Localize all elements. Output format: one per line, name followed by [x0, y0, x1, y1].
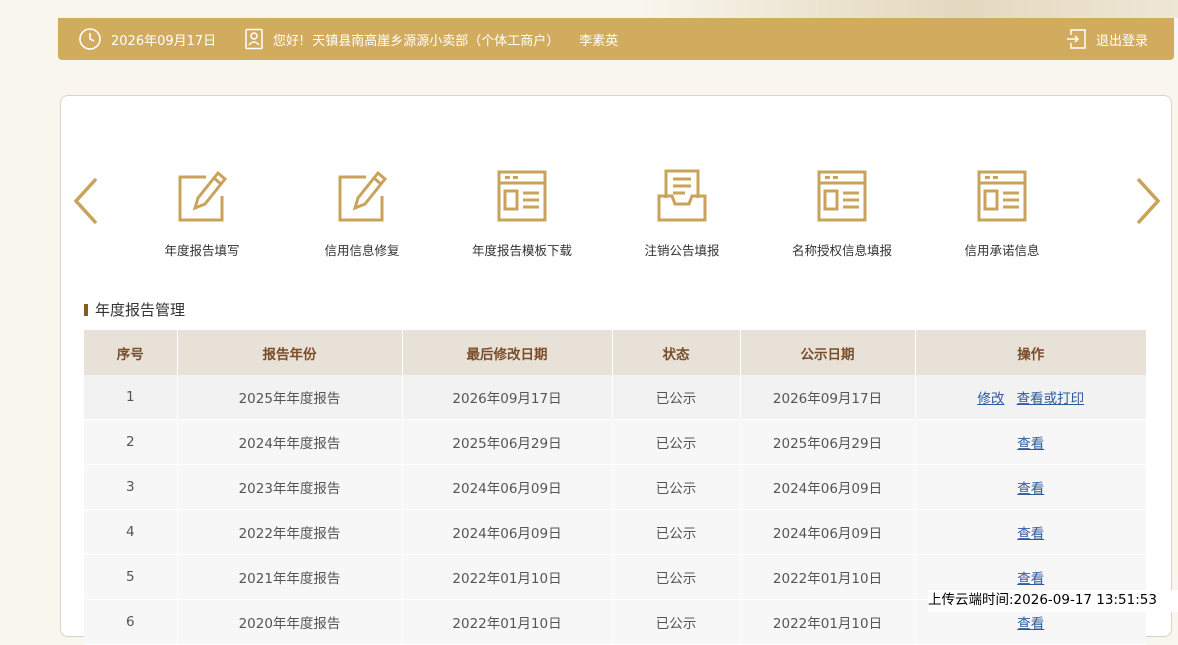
nav-credit-commitment[interactable]: 信用承诺信息	[922, 168, 1082, 259]
col-header-status: 状态	[612, 330, 741, 375]
cell-year: 2020年年度报告	[177, 599, 403, 645]
cell-year: 2025年年度报告	[177, 375, 403, 420]
nav-label: 名称授权信息填报	[791, 243, 892, 258]
cell-year: 2022年年度报告	[177, 509, 403, 555]
cell-no: 6	[84, 599, 178, 645]
current-date: 2026年09月17日	[111, 33, 217, 49]
user-badge-icon	[245, 28, 263, 50]
header-decoration	[640, 0, 1178, 18]
view-link[interactable]: 查看	[1017, 571, 1044, 587]
col-header-no: 序号	[84, 330, 178, 375]
top-bar: 2026年09月17日 您好! 天镇县南高崖乡源源小卖部（个体工商户） 李素英 …	[58, 18, 1174, 60]
nav-template-download[interactable]: 年度报告模板下载	[442, 168, 602, 259]
table-row: 3 2023年年度报告 2024年06月09日 已公示 2024年06月09日 …	[84, 464, 1146, 510]
user-name: 李素英	[579, 33, 619, 49]
cell-modified: 2022年01月10日	[402, 554, 613, 600]
section-title-text: 年度报告管理	[95, 301, 186, 319]
document-window-icon	[817, 170, 867, 222]
cell-published: 2024年06月09日	[740, 464, 916, 510]
col-header-modified: 最后修改日期	[402, 330, 613, 375]
clock-icon	[79, 28, 101, 50]
cell-published: 2022年01月10日	[740, 554, 916, 600]
cell-no: 5	[84, 554, 178, 600]
cell-no: 3	[84, 464, 178, 510]
view-link[interactable]: 查看	[1017, 616, 1044, 632]
cell-modified: 2025年06月29日	[402, 419, 613, 465]
user-info: 您好! 天镇县南高崖乡源源小卖部（个体工商户） 李素英	[244, 18, 618, 60]
logout-icon	[1067, 29, 1086, 49]
nav-annual-report-fill[interactable]: 年度报告填写	[122, 168, 282, 259]
cell-modified: 2024年06月09日	[402, 509, 613, 555]
cell-modified: 2022年01月10日	[402, 599, 613, 645]
cell-published: 2022年01月10日	[740, 599, 916, 645]
document-window-icon	[497, 170, 547, 222]
table-row: 1 2025年年度报告 2026年09月17日 已公示 2026年09月17日 …	[84, 375, 1146, 420]
edit-form-icon	[338, 170, 388, 222]
chevron-right-icon	[1136, 177, 1161, 225]
nav-label: 信用信息修复	[324, 243, 400, 258]
nav-name-authorization[interactable]: 名称授权信息填报	[762, 168, 922, 259]
cell-no: 2	[84, 419, 178, 465]
logout-label: 退出登录	[1096, 33, 1149, 49]
cell-modified: 2024年06月09日	[402, 464, 613, 510]
col-header-ops: 操作	[915, 330, 1146, 375]
carousel-prev-button[interactable]	[71, 176, 101, 226]
greeting-text: 您好!	[273, 33, 305, 49]
cell-modified: 2026年09月17日	[402, 375, 613, 420]
logout-button[interactable]: 退出登录	[1066, 18, 1148, 60]
upload-timestamp: 上传云端时间:2026-09-17 13:51:53	[928, 590, 1178, 612]
nav-label: 年度报告填写	[164, 243, 240, 258]
nav-label: 信用承诺信息	[964, 243, 1040, 258]
cell-ops: 查看	[915, 509, 1146, 555]
cell-status: 已公示	[612, 419, 741, 465]
cell-no: 4	[84, 509, 178, 555]
company-name: 天镇县南高崖乡源源小卖部（个体工商户）	[312, 33, 560, 49]
nav-credit-repair[interactable]: 信用信息修复	[282, 168, 442, 259]
carousel-next-button[interactable]	[1133, 176, 1163, 226]
view-link[interactable]: 查看	[1017, 481, 1044, 497]
table-header-row: 序号 报告年份 最后修改日期 状态 公示日期 操作	[84, 330, 1146, 375]
date-display: 2026年09月17日	[78, 18, 216, 60]
cell-published: 2024年06月09日	[740, 509, 916, 555]
view-link[interactable]: 查看	[1017, 526, 1044, 542]
cell-year: 2023年年度报告	[177, 464, 403, 510]
cell-status: 已公示	[612, 554, 741, 600]
edit-link[interactable]: 修改	[977, 391, 1004, 407]
col-header-published: 公示日期	[740, 330, 916, 375]
cell-year: 2021年年度报告	[177, 554, 403, 600]
cell-status: 已公示	[612, 509, 741, 555]
view-print-link[interactable]: 查看或打印	[1017, 391, 1085, 407]
cell-ops: 查看	[915, 464, 1146, 510]
section-title: 年度报告管理	[84, 299, 185, 320]
view-link[interactable]: 查看	[1017, 436, 1044, 452]
document-window-icon	[977, 170, 1027, 222]
col-header-year: 报告年份	[177, 330, 403, 375]
cell-published: 2025年06月29日	[740, 419, 916, 465]
nav-label: 注销公告填报	[644, 243, 720, 258]
nav-deregistration-notice[interactable]: 注销公告填报	[602, 168, 762, 259]
cell-ops: 修改 查看或打印	[915, 375, 1146, 420]
cell-published: 2026年09月17日	[740, 375, 916, 420]
cell-status: 已公示	[612, 464, 741, 510]
chevron-left-icon	[73, 177, 98, 225]
table-row: 4 2022年年度报告 2024年06月09日 已公示 2024年06月09日 …	[84, 509, 1146, 555]
table-row: 2 2024年年度报告 2025年06月29日 已公示 2025年06月29日 …	[84, 419, 1146, 465]
nav-label: 年度报告模板下载	[471, 243, 572, 258]
cell-year: 2024年年度报告	[177, 419, 403, 465]
cell-status: 已公示	[612, 599, 741, 645]
cell-ops: 查看	[915, 419, 1146, 465]
edit-form-icon	[178, 170, 228, 222]
cell-status: 已公示	[612, 375, 741, 420]
cell-no: 1	[84, 375, 178, 420]
title-marker	[84, 303, 88, 316]
inbox-tray-icon	[657, 169, 707, 222]
